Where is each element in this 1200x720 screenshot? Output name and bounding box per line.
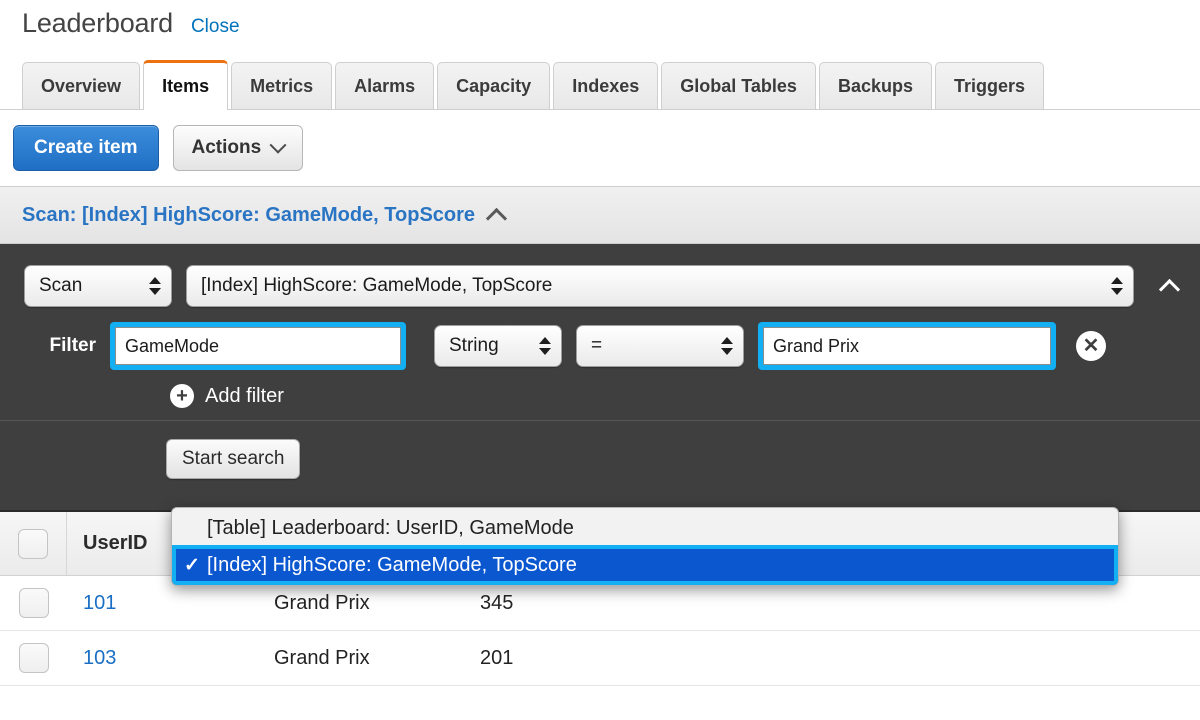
row-select-cell <box>0 631 67 685</box>
source-select[interactable]: [Index] HighScore: GameMode, TopScore <box>186 265 1134 307</box>
dropdown-option-label: [Index] HighScore: GameMode, TopScore <box>207 554 577 577</box>
create-item-button[interactable]: Create item <box>13 125 159 171</box>
filter-operator-value: = <box>591 335 602 357</box>
stepper-icon <box>1111 277 1123 295</box>
close-link[interactable]: Close <box>191 16 240 38</box>
tab-label: Global Tables <box>680 76 797 97</box>
operation-row: Scan [Index] HighScore: GameMode, TopSco… <box>0 260 1200 312</box>
query-filter-panel: Scan [Index] HighScore: GameMode, TopSco… <box>0 244 1200 512</box>
select-all-checkbox[interactable] <box>18 529 48 559</box>
collapse-panel-chevron-icon[interactable] <box>1159 278 1180 299</box>
filter-attribute-input[interactable] <box>115 327 401 365</box>
dropdown-option-index[interactable]: ✓ [Index] HighScore: GameMode, TopScore <box>172 545 1118 585</box>
tab-triggers[interactable]: Triggers <box>935 62 1044 109</box>
row-checkbox[interactable] <box>19 643 49 673</box>
tab-indexes[interactable]: Indexes <box>553 62 658 109</box>
stepper-icon <box>721 337 733 355</box>
filter-type-value: String <box>449 335 499 357</box>
filter-type-select[interactable]: String <box>434 325 562 367</box>
source-value: [Index] HighScore: GameMode, TopScore <box>201 275 552 297</box>
tab-label: Indexes <box>572 76 639 97</box>
filter-label: Filter <box>0 335 96 357</box>
tab-label: Items <box>162 76 209 97</box>
scan-summary-title[interactable]: Scan: [Index] HighScore: GameMode, TopSc… <box>22 204 475 227</box>
filter-row: Filter String = ✕ <box>0 320 1200 372</box>
cell-filler <box>638 631 1200 685</box>
tab-strip: Overview Items Metrics Alarms Capacity I… <box>0 48 1200 110</box>
add-filter-row[interactable]: + Add filter <box>0 372 1200 421</box>
stepper-icon <box>539 337 551 355</box>
row-select-cell <box>0 576 67 630</box>
tab-items[interactable]: Items <box>143 60 228 110</box>
source-select-dropdown[interactable]: [Table] Leaderboard: UserID, GameMode ✓ … <box>171 507 1119 586</box>
tab-alarms[interactable]: Alarms <box>335 62 434 109</box>
filter-value-focus-ring <box>758 322 1056 370</box>
column-label: UserID <box>83 532 147 555</box>
action-bar: Create item Actions <box>0 110 1200 186</box>
tab-overview[interactable]: Overview <box>22 62 140 109</box>
filter-attribute-focus-ring <box>110 322 406 370</box>
tab-label: Overview <box>41 76 121 97</box>
actions-button[interactable]: Actions <box>173 125 304 171</box>
table-row[interactable]: 103 Grand Prix 201 <box>0 631 1200 686</box>
start-search-button[interactable]: Start search <box>166 439 300 479</box>
tab-label: Metrics <box>250 76 313 97</box>
tab-metrics[interactable]: Metrics <box>231 62 332 109</box>
tab-backups[interactable]: Backups <box>819 62 932 109</box>
add-filter-label[interactable]: Add filter <box>205 385 284 408</box>
chevron-up-icon[interactable] <box>486 207 507 228</box>
create-item-label: Create item <box>34 137 138 159</box>
chevron-down-icon <box>270 137 287 154</box>
start-search-row: Start search <box>0 421 1200 479</box>
tab-label: Triggers <box>954 76 1025 97</box>
remove-filter-icon[interactable]: ✕ <box>1076 331 1106 361</box>
check-icon: ✓ <box>184 554 200 577</box>
filter-value-input[interactable] <box>763 327 1051 365</box>
stepper-icon <box>149 277 161 295</box>
scan-summary-bar[interactable]: Scan: [Index] HighScore: GameMode, TopSc… <box>0 186 1200 244</box>
tab-label: Alarms <box>354 76 415 97</box>
tab-label: Capacity <box>456 76 531 97</box>
page-header: Leaderboard Close <box>0 0 1200 48</box>
operation-value: Scan <box>39 275 82 297</box>
filter-operator-select[interactable]: = <box>576 325 744 367</box>
dropdown-option-label: [Table] Leaderboard: UserID, GameMode <box>207 517 574 540</box>
cell-topscore: 201 <box>464 631 638 685</box>
actions-label: Actions <box>192 137 262 159</box>
tab-label: Backups <box>838 76 913 97</box>
operation-select[interactable]: Scan <box>24 265 172 307</box>
row-checkbox[interactable] <box>19 588 49 618</box>
dropdown-option-table[interactable]: [Table] Leaderboard: UserID, GameMode <box>172 511 1118 545</box>
tab-capacity[interactable]: Capacity <box>437 62 550 109</box>
plus-icon: + <box>170 384 194 408</box>
page-title: Leaderboard <box>22 8 173 39</box>
select-all-cell <box>0 512 67 575</box>
tab-global-tables[interactable]: Global Tables <box>661 62 816 109</box>
cell-gamemode: Grand Prix <box>258 631 464 685</box>
cell-userid[interactable]: 103 <box>67 631 258 685</box>
